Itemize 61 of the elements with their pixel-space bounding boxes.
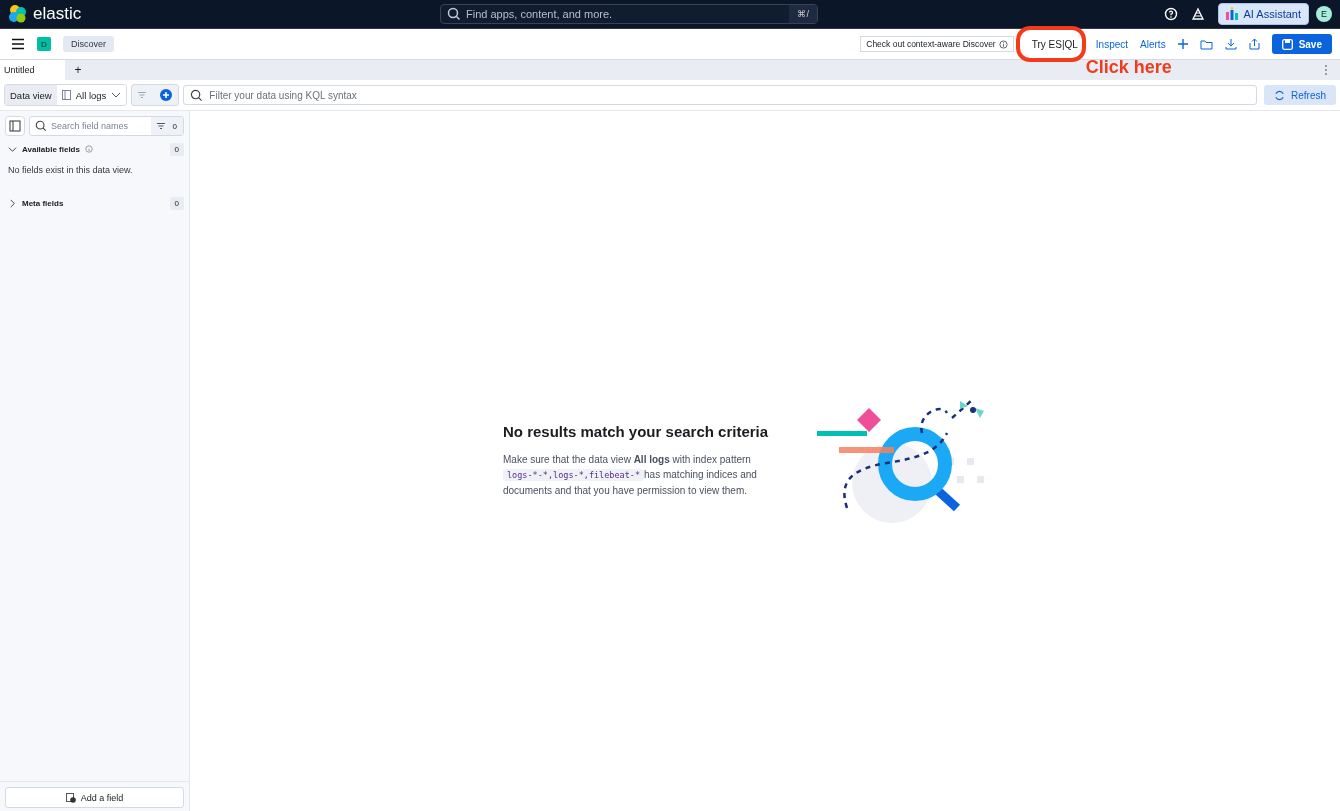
save-button[interactable]: Save <box>1271 34 1332 54</box>
add-tab-button[interactable]: + <box>64 63 92 77</box>
help-icon[interactable] <box>1163 7 1178 21</box>
sidebar-toggle-icon[interactable] <box>5 116 25 136</box>
share-icon[interactable] <box>1248 38 1260 50</box>
context-aware-button[interactable]: Check out context-aware Discover <box>860 36 1014 52</box>
info-icon <box>998 39 1008 49</box>
user-avatar[interactable]: E <box>1316 6 1332 22</box>
index-pattern: logs-*-*,logs-*,filebeat-* <box>503 468 645 481</box>
section-title[interactable]: Meta fields <box>22 198 64 208</box>
add-field-button[interactable]: Add a field <box>5 787 184 808</box>
shortcut-hint: ⌘/ <box>789 5 817 23</box>
empty-state-text: Make sure that the data view All logs with index pattern <box>503 453 751 465</box>
app-badge[interactable]: D <box>37 37 51 51</box>
data-view-picker[interactable]: Data view All logs <box>4 84 128 106</box>
info-icon <box>84 145 93 153</box>
menu-icon[interactable] <box>11 38 25 50</box>
assistant-icon <box>1225 7 1238 21</box>
logo-icon[interactable] <box>8 4 28 24</box>
placeholder-text: Find apps, content, and more. <box>466 8 614 20</box>
chevron-icon[interactable] <box>8 198 17 208</box>
empty-state-text: documents and that you have permission to view them. <box>503 484 748 496</box>
global-search-field[interactable]: Find apps, content, and more. ⌘/ <box>440 4 818 24</box>
add-filter-icon[interactable] <box>160 89 173 101</box>
download-icon[interactable] <box>1224 38 1237 50</box>
field-search-field[interactable]: Search field names 0 <box>29 116 184 136</box>
section-title[interactable]: Available fields <box>22 144 80 154</box>
empty-state-text: has matching indices and <box>644 468 757 480</box>
filter-count: 0 <box>172 121 177 131</box>
chevron-down-icon <box>111 92 122 98</box>
table-icon <box>61 90 71 100</box>
query-field[interactable]: Filter your data using KQL syntax <box>183 85 1257 105</box>
refresh-button[interactable]: Refresh <box>1264 85 1336 105</box>
refresh-icon <box>1274 89 1285 101</box>
data-view-label: Data view <box>5 85 57 105</box>
chevron-icon[interactable] <box>8 144 17 154</box>
data-view-name: All logs <box>75 89 107 101</box>
placeholder-text: Filter your data using KQL syntax <box>209 89 358 101</box>
news-icon[interactable] <box>1190 7 1205 21</box>
empty-message: No fields exist in this data view. <box>7 164 134 177</box>
placeholder-text: Search field names <box>51 121 130 131</box>
field-count: 0 <box>169 142 184 156</box>
empty-state-title: No results match your search criteria <box>503 422 770 440</box>
filter-icon <box>156 123 165 129</box>
add-field-icon <box>65 792 76 803</box>
field-count: 0 <box>169 196 184 210</box>
breadcrumb[interactable]: Discover <box>63 36 114 52</box>
logo-text[interactable]: elastic <box>33 4 82 24</box>
plus-icon[interactable] <box>1177 39 1188 49</box>
annotation-text: Click here <box>1085 57 1172 78</box>
toolbar-link[interactable]: Inspect <box>1095 38 1129 50</box>
search-icon <box>447 7 461 21</box>
field-filter-button[interactable]: 0 <box>150 117 183 135</box>
folder-icon[interactable] <box>1199 38 1213 50</box>
search-icon <box>190 88 204 102</box>
save-icon <box>1281 38 1293 50</box>
ai-assistant-button[interactable]: AI Assistant <box>1217 3 1309 25</box>
search-icon <box>35 120 47 132</box>
try-esql-button[interactable]: Try ES|QL <box>1025 39 1084 50</box>
toolbar-link[interactable]: Alerts <box>1140 38 1166 50</box>
tab[interactable]: Untitled <box>0 60 65 80</box>
